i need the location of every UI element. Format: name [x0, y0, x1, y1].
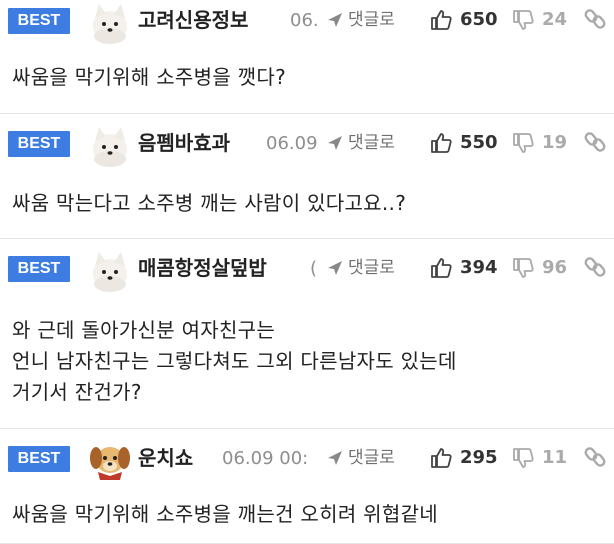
- avatar-white-puppy[interactable]: [86, 0, 134, 44]
- reply-label: 댓글로: [348, 448, 395, 468]
- reply-label: 댓글로: [348, 258, 395, 278]
- nickname[interactable]: 운치쇼: [138, 444, 193, 472]
- nickname[interactable]: 음펨바효과: [138, 129, 230, 157]
- comment-item: BEST 고려신용정보 06. 댓글로 650 24 싸움을 막기위해 소주병을…: [0, 0, 614, 114]
- comment-header: BEST 운치쇼 06.09 00: 댓글로 295 11: [0, 438, 614, 480]
- thumbs-down-icon: [513, 258, 534, 278]
- thumbs-down-icon: [513, 10, 534, 30]
- avatar-brown-puppy[interactable]: [86, 438, 134, 482]
- reply-arrow-icon: [328, 261, 342, 275]
- nickname[interactable]: 매콤항정살덮밥: [138, 254, 267, 282]
- comment-text-line: 언니 남자친구는 그렇다쳐도 그외 다른남자도 있는데: [12, 349, 457, 373]
- best-badge: BEST: [8, 8, 70, 34]
- comment-item: BEST 매콤항정살덮밥 ( 댓글로 394 96 와 근데 돌아가신분 여자친…: [0, 239, 614, 429]
- like-count: 295: [460, 447, 498, 468]
- comment-date: 06.09 00:: [222, 448, 309, 469]
- thumbs-up-icon: [431, 10, 452, 30]
- dislike-count: 24: [542, 9, 568, 30]
- like-count: 394: [460, 257, 498, 278]
- comment-text: 싸움 막는다고 소주병 깨는 사람이 있다고요..?: [12, 191, 407, 215]
- comment-text-line: 와 근데 돌아가신분 여자친구는: [12, 318, 276, 342]
- comment-header: BEST 고려신용정보 06. 댓글로 650 24: [0, 0, 614, 44]
- reply-label: 댓글로: [348, 133, 395, 153]
- thumbs-up-icon: [431, 448, 452, 468]
- link-icon[interactable]: [584, 444, 606, 474]
- comment-header: BEST 음펨바효과 06.09 댓글로 550 19: [0, 123, 614, 167]
- best-badge: BEST: [8, 256, 70, 282]
- comment-date: (: [310, 258, 318, 279]
- comment-item: BEST 운치쇼 06.09 00: 댓글로 295 11 싸움을 막기위해 소…: [0, 429, 614, 544]
- dislike-count: 19: [542, 132, 568, 153]
- link-icon[interactable]: [584, 254, 606, 284]
- dislike-count: 96: [542, 257, 568, 278]
- thumbs-down-icon: [513, 448, 534, 468]
- like-count: 550: [460, 132, 498, 153]
- avatar-white-puppy[interactable]: [86, 248, 134, 292]
- reply-arrow-icon: [328, 13, 342, 27]
- nickname[interactable]: 고려신용정보: [138, 6, 248, 34]
- dislike-count: 11: [542, 447, 568, 468]
- like-count: 650: [460, 9, 498, 30]
- comment-header: BEST 매콤항정살덮밥 ( 댓글로 394 96: [0, 248, 614, 292]
- thumbs-down-icon: [513, 133, 534, 153]
- comment-text: 싸움을 막기위해 소주병을 깨는건 오히려 위협같네: [12, 502, 438, 526]
- reply-arrow-icon: [328, 136, 342, 150]
- comment-date: 06.09: [266, 133, 318, 154]
- link-icon[interactable]: [584, 6, 606, 36]
- comment-text-line: 거기서 잔건가?: [12, 380, 142, 404]
- best-badge: BEST: [8, 446, 70, 472]
- avatar-white-puppy[interactable]: [86, 123, 134, 167]
- link-icon[interactable]: [584, 129, 606, 159]
- thumbs-up-icon: [431, 133, 452, 153]
- comment-item: BEST 음펨바효과 06.09 댓글로 550 19 싸움 막는다고 소주병 …: [0, 114, 614, 239]
- thumbs-up-icon: [431, 258, 452, 278]
- reply-arrow-icon: [328, 451, 342, 465]
- best-badge: BEST: [8, 131, 70, 157]
- comment-text: 싸움을 막기위해 소주병을 깻다?: [12, 65, 286, 89]
- reply-label: 댓글로: [348, 10, 395, 30]
- comment-date: 06.: [290, 10, 319, 31]
